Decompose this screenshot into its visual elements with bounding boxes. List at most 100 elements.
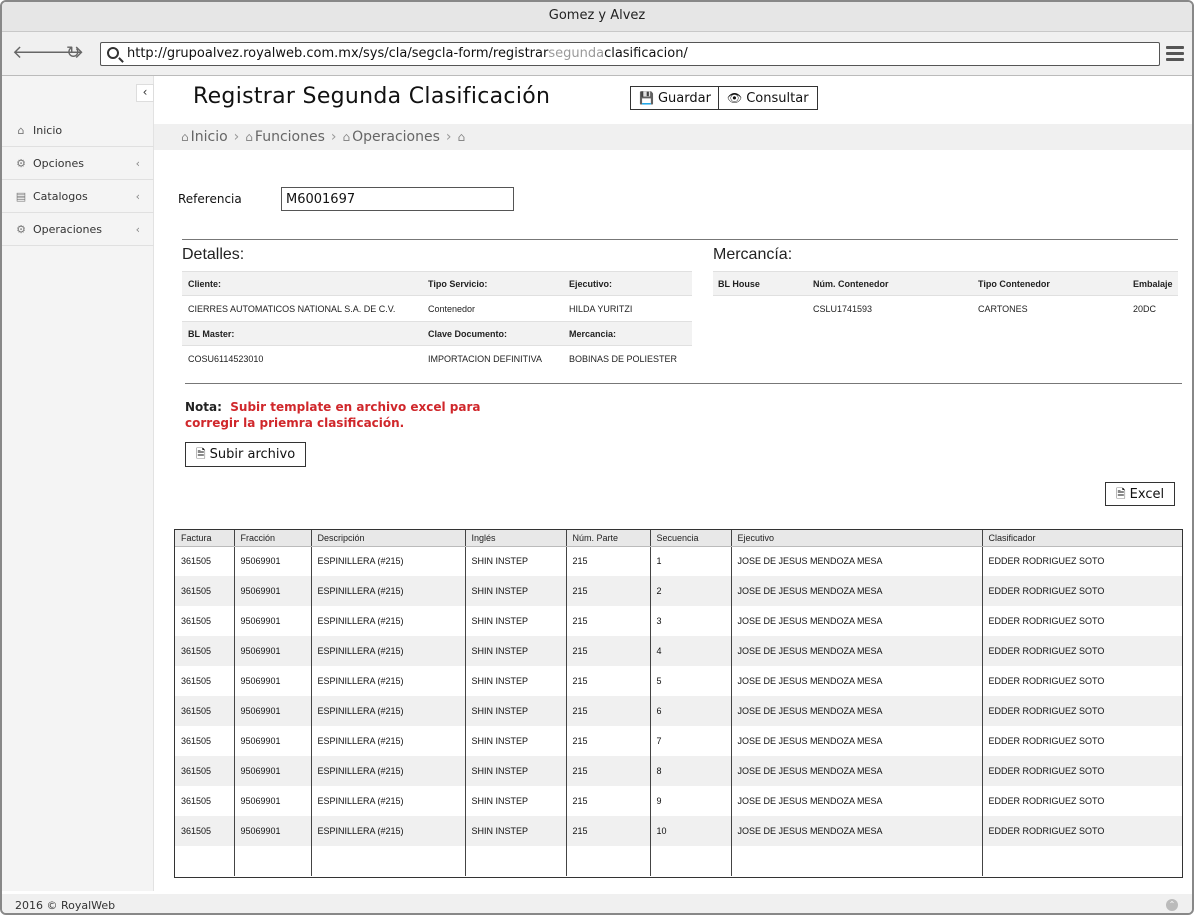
cell-secuencia: 3	[650, 606, 732, 636]
clave-documento-value: IMPORTACION DEFINITIVA	[428, 354, 543, 364]
table-body: 361505 95069901 ESPINILLERA (#215) SHIN INS…	[175, 546, 1182, 876]
chevron-left-icon: ‹	[135, 157, 140, 170]
table-row[interactable]: 361505 95069901 ESPINILLERA (#215) SHIN INS…	[175, 666, 1182, 696]
url-suffix: clasificacion/	[604, 46, 688, 61]
cell-descripcion: ESPINILLERA (#215)	[311, 816, 466, 846]
cell-num-parte: 215	[566, 726, 651, 756]
bl-master-label: BL Master:	[188, 329, 235, 339]
nota-label: Nota:	[185, 400, 222, 414]
cell-descripcion: ESPINILLERA (#215)	[311, 666, 466, 696]
cell-descripcion: ESPINILLERA (#215)	[311, 636, 466, 666]
cell-ingles: SHIN INSTEP	[465, 666, 567, 696]
col-header-clasificador[interactable]: Clasificador	[982, 530, 1182, 547]
col-header-num-parte[interactable]: Núm. Parte	[566, 530, 651, 547]
ejecutivo-value: HILDA YURITZI	[569, 304, 633, 314]
cell-clasificador: EDDER RODRIGUEZ SOTO	[988, 676, 1105, 686]
address-bar[interactable]: http://grupoalvez.royalweb.com.mx/sys/cl…	[100, 42, 1160, 66]
bl-house-label: BL House	[718, 279, 760, 289]
cell-ejecutivo: JOSE DE JESUS MENDOZA MESA	[731, 636, 983, 666]
col-header-fraccion[interactable]: Fracción	[234, 530, 312, 547]
sidebar-item-label: Catalogos	[33, 190, 88, 203]
search-icon	[107, 47, 119, 59]
cell-num-parte: 215	[566, 816, 651, 846]
referencia-input[interactable]	[281, 187, 514, 211]
nota-block: Nota: Subir template en archivo excel pa…	[185, 399, 485, 431]
cell-fraccion: 95069901	[234, 546, 312, 576]
cell-ejecutivo: JOSE DE JESUS MENDOZA MESA	[731, 606, 983, 636]
cell-ingles: SHIN INSTEP	[465, 636, 567, 666]
table-row[interactable]: 361505 95069901 ESPINILLERA (#215) SHIN INS…	[175, 726, 1182, 756]
cell-factura: 361505	[175, 546, 235, 576]
detalles-title: Detalles:	[182, 246, 245, 263]
table-row[interactable]: 361505 95069901 ESPINILLERA (#215) SHIN INS…	[175, 816, 1182, 846]
cell-num-parte: 215	[566, 546, 651, 576]
breadcrumb-operaciones[interactable]: Operaciones	[352, 129, 440, 145]
table-row[interactable]: 361505 95069901 ESPINILLERA (#215) SHIN INS…	[175, 576, 1182, 606]
cell-secuencia: 1	[650, 546, 732, 576]
cell-fraccion: 95069901	[234, 666, 312, 696]
table-row[interactable]: 361505 95069901 ESPINILLERA (#215) SHIN INS…	[175, 756, 1182, 786]
cell-secuencia: 5	[650, 666, 732, 696]
reload-icon[interactable]: ↻	[66, 42, 80, 64]
table-row[interactable]	[175, 846, 1182, 876]
cell-secuencia: 9	[650, 786, 732, 816]
cogs-icon: ⚙	[16, 157, 26, 170]
table-row[interactable]: 361505 95069901 ESPINILLERA (#215) SHIN INS…	[175, 786, 1182, 816]
cell-fraccion: 95069901	[234, 606, 312, 636]
cell-clasificador: EDDER RODRIGUEZ SOTO	[982, 696, 1182, 726]
num-contenedor-value: CSLU1741593	[813, 304, 873, 314]
cell-ingles: SHIN INSTEP	[465, 576, 567, 606]
cliente-label: Cliente:	[188, 279, 222, 289]
table-header-row: Factura Fracción Descripción Inglés Núm.…	[175, 530, 1182, 547]
col-header-factura[interactable]: Factura	[175, 530, 235, 547]
upload-file-button[interactable]: 🗎 Subir archivo	[185, 442, 307, 467]
home-icon: ⌂	[245, 130, 253, 144]
cell-num-parte: 215	[566, 636, 651, 666]
cell-fraccion: 95069901	[234, 726, 312, 756]
excel-export-button[interactable]: 🗎 Excel	[1105, 482, 1176, 506]
consult-button[interactable]: 👁 Consultar	[718, 86, 818, 110]
ejecutivo-label: Ejecutivo:	[569, 279, 613, 289]
cell-fraccion: 95069901	[234, 816, 312, 846]
cell-ingles: SHIN INSTEP	[465, 816, 567, 846]
col-header-descripcion[interactable]: Descripción	[311, 530, 466, 547]
cell-descripcion: ESPINILLERA (#215)	[311, 546, 466, 576]
cliente-value: CIERRES AUTOMATICOS NATIONAL S.A. DE C.V…	[188, 304, 396, 314]
book-icon: ▤	[15, 190, 27, 203]
referencia-label: Referencia	[178, 192, 242, 206]
breadcrumb-funciones[interactable]: Funciones	[255, 129, 325, 145]
table-row[interactable]: 361505 95069901 ESPINILLERA (#215) SHIN INS…	[175, 636, 1182, 666]
cell-ejecutivo: JOSE DE JESUS MENDOZA MESA	[731, 666, 983, 696]
cell-ingles: SHIN INSTEP	[465, 696, 567, 726]
hamburger-menu-icon[interactable]	[1166, 46, 1184, 62]
cell-factura: 361505	[175, 726, 235, 756]
breadcrumb-inicio[interactable]: Inicio	[191, 129, 228, 145]
floppy-disk-icon: 💾	[639, 91, 654, 105]
save-button-label: Guardar	[657, 91, 711, 106]
col-header-secuencia[interactable]: Secuencia	[650, 530, 732, 547]
tipo-servicio-label: Tipo Servicio:	[428, 279, 488, 289]
sidebar-item-operaciones[interactable]: ⚙ Operaciones ‹	[2, 213, 154, 246]
tipo-contenedor-label: Tipo Contenedor	[978, 279, 1050, 289]
table-row[interactable]: 361505 95069901 ESPINILLERA (#215) SHIN INS…	[175, 546, 1182, 576]
sidebar-item-opciones[interactable]: ⚙ Opciones ‹	[2, 147, 154, 180]
save-button[interactable]: 💾 Guardar	[630, 86, 720, 110]
cell-ingles: SHIN INSTEP	[465, 546, 567, 576]
col-header-ejecutivo[interactable]: Ejecutivo	[731, 530, 983, 547]
home-icon[interactable]: ⌂	[458, 130, 466, 144]
table-row[interactable]: 361505 95069901 ESPINILLERA (#215) SHIN INS…	[175, 606, 1182, 636]
cell-ejecutivo: JOSE DE JESUS MENDOZA MESA	[731, 726, 983, 756]
sidebar-item-inicio[interactable]: ⌂ Inicio	[2, 114, 154, 147]
cell-fraccion: 95069901	[234, 756, 312, 786]
collapse-sidebar-button[interactable]: ‹	[136, 84, 154, 102]
cell-num-parte: 215	[566, 606, 651, 636]
cell-ejecutivo: JOSE DE JESUS MENDOZA MESA	[731, 576, 983, 606]
breadcrumb-separator-icon: ›	[330, 129, 337, 145]
sidebar-item-catalogos[interactable]: ▤ Catalogos ‹	[2, 180, 154, 213]
cell-num-parte: 215	[566, 786, 651, 816]
breadcrumb-separator-icon: ›	[445, 129, 452, 145]
scroll-to-top-icon[interactable]: ⌃	[1166, 899, 1178, 911]
cell-fraccion	[234, 846, 312, 876]
col-header-ingles[interactable]: Inglés	[465, 530, 567, 547]
table-row[interactable]: 361505 95069901 ESPINILLERA (#215) SHIN INS…	[175, 696, 1182, 726]
